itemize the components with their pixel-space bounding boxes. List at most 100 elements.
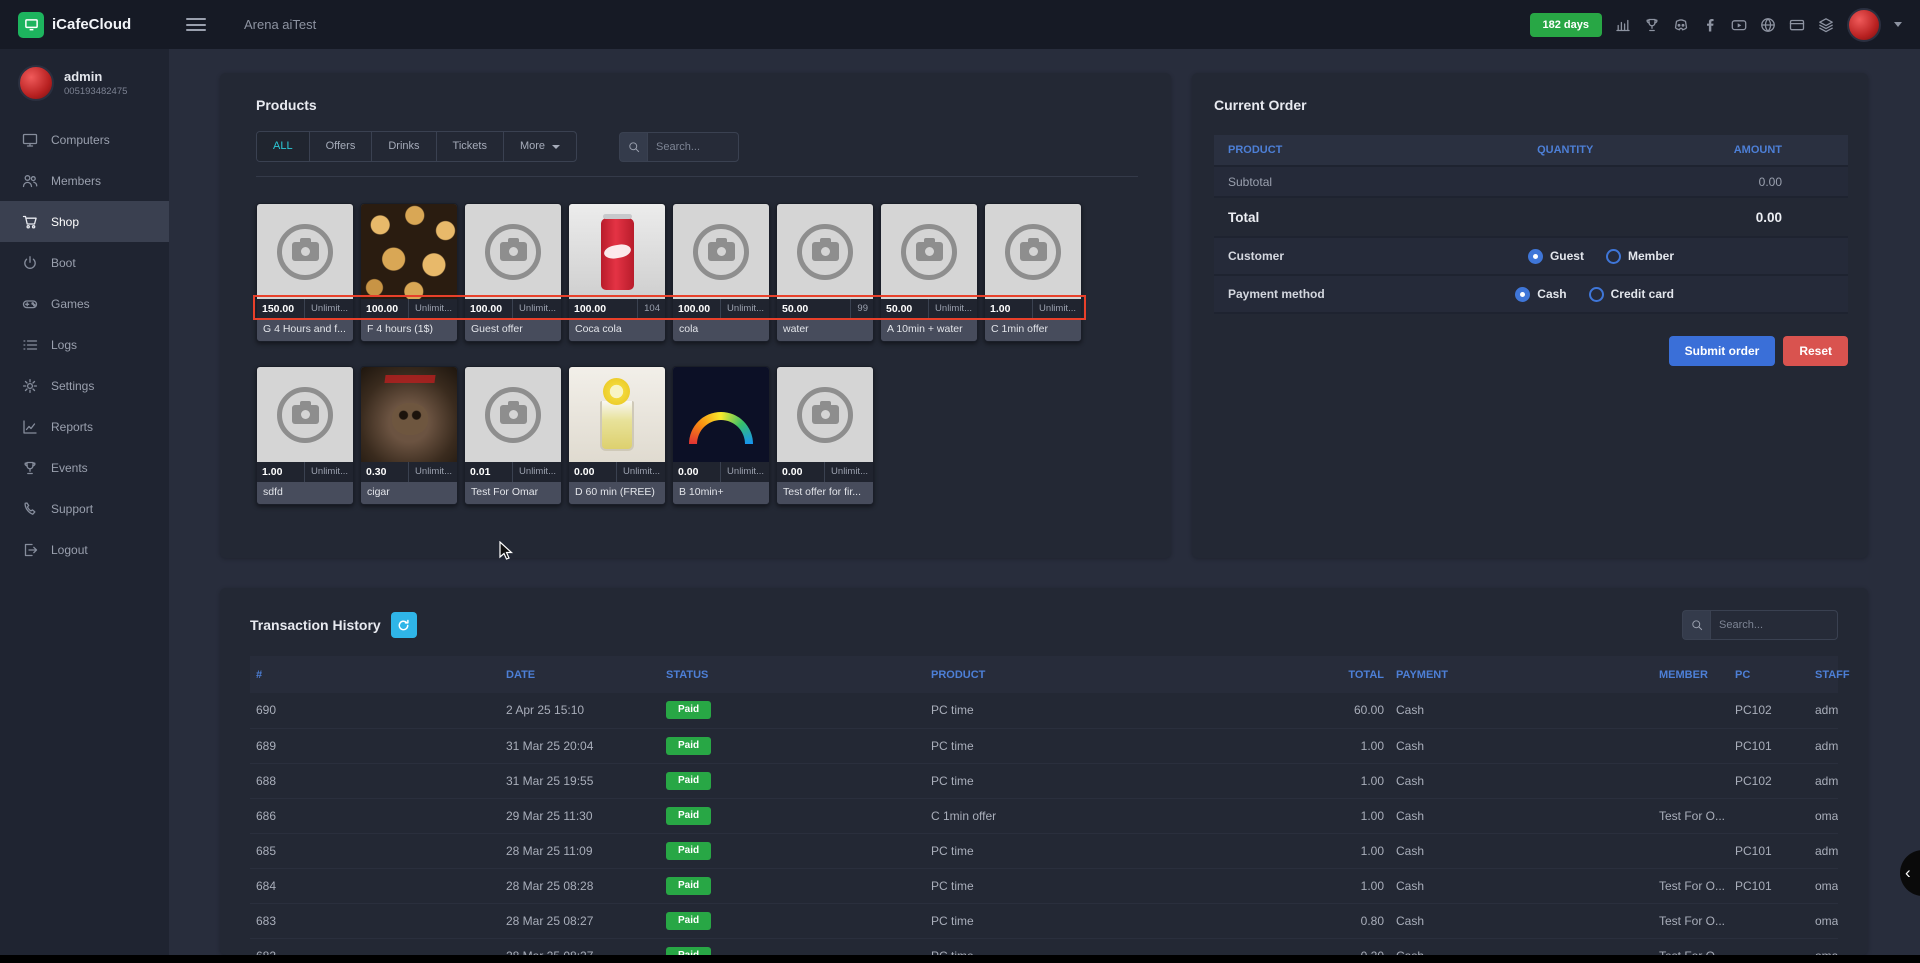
column-header-status[interactable]: STATUS	[660, 656, 925, 693]
trophy-icon[interactable]	[1644, 17, 1660, 33]
tab-tickets[interactable]: Tickets	[437, 132, 504, 161]
tab-label: More	[520, 132, 545, 161]
cell-payment: Cash	[1390, 868, 1653, 903]
facebook-icon[interactable]	[1702, 17, 1718, 33]
sidebar-item-reports[interactable]: Reports	[0, 406, 169, 447]
transaction-row[interactable]: 68328 Mar 25 08:27PaidPC time0.80CashTes…	[250, 903, 1838, 938]
column-header-member[interactable]: MEMBER	[1653, 656, 1729, 693]
product-price-row: 1.00Unlimit...	[257, 462, 353, 482]
transaction-row[interactable]: 68428 Mar 25 08:28PaidPC time1.00CashTes…	[250, 868, 1838, 903]
sidebar-user[interactable]: admin 005193482475	[0, 49, 169, 119]
column-header-staff[interactable]: STAFF	[1809, 656, 1838, 693]
product-card[interactable]: 0.00Unlimit...B 10min+	[672, 366, 770, 505]
search-icon[interactable]	[619, 132, 647, 162]
product-card[interactable]: 50.0099water	[776, 203, 874, 342]
sidebar-item-games[interactable]: Games	[0, 283, 169, 324]
user-name: admin	[64, 69, 127, 84]
column-header-payment[interactable]: PAYMENT	[1390, 656, 1653, 693]
product-card[interactable]: 150.00Unlimit...G 4 Hours and f...	[256, 203, 354, 342]
license-days-badge[interactable]: 182 days	[1530, 13, 1602, 37]
refresh-button[interactable]	[391, 612, 417, 638]
sidebar-item-computers[interactable]: Computers	[0, 119, 169, 160]
column-header-id[interactable]: #	[250, 656, 500, 693]
chevron-down-icon[interactable]	[1894, 22, 1902, 27]
payment-option-cash[interactable]: Cash	[1515, 287, 1566, 302]
tab-more[interactable]: More	[504, 132, 576, 161]
sidebar-item-events[interactable]: Events	[0, 447, 169, 488]
tab-offers[interactable]: Offers	[310, 132, 373, 161]
cell-total: 1.00	[1255, 798, 1390, 833]
sidebar-item-support[interactable]: Support	[0, 488, 169, 529]
products-search-input[interactable]	[647, 132, 739, 162]
product-card[interactable]: 50.00Unlimit...A 10min + water	[880, 203, 978, 342]
product-image-gauge	[673, 367, 769, 462]
product-card[interactable]: 0.30Unlimit...cigar	[360, 366, 458, 505]
tab-drinks[interactable]: Drinks	[372, 132, 436, 161]
chevron-left-icon: ‹	[1905, 863, 1911, 883]
product-name: C 1min offer	[985, 319, 1081, 341]
status-badge: Paid	[666, 807, 711, 825]
cell-id: 688	[250, 763, 500, 798]
product-price: 100.00	[678, 303, 710, 315]
menu-toggle-icon[interactable]	[186, 18, 206, 31]
product-name: cigar	[361, 482, 457, 504]
user-avatar[interactable]	[1847, 8, 1881, 42]
cell-payment: Cash	[1390, 693, 1653, 728]
product-image-placeholder	[777, 367, 873, 462]
radio-unchecked-icon	[1589, 287, 1604, 302]
sidebar-item-logout[interactable]: Logout	[0, 529, 169, 570]
product-card[interactable]: 0.01Unlimit...Test For Omar	[464, 366, 562, 505]
product-card[interactable]: 1.00Unlimit...sdfd	[256, 366, 354, 505]
payment-option-credit-card[interactable]: Credit card	[1589, 287, 1674, 302]
current-order-panel: Current Order PRODUCT QUANTITY AMOUNT Su…	[1192, 73, 1868, 558]
sidebar-item-boot[interactable]: Boot	[0, 242, 169, 283]
subtotal-row: Subtotal 0.00	[1214, 167, 1848, 198]
sidebar-item-shop[interactable]: Shop	[0, 201, 169, 242]
product-card[interactable]: 1.00Unlimit...C 1min offer	[984, 203, 1082, 342]
transaction-history-panel: Transaction History #	[220, 588, 1868, 955]
transaction-row[interactable]: 68831 Mar 25 19:55PaidPC time1.00CashPC1…	[250, 763, 1838, 798]
cell-member	[1653, 693, 1729, 728]
column-header-date[interactable]: DATE	[500, 656, 660, 693]
column-header-total[interactable]: TOTAL	[1255, 656, 1390, 693]
reset-button[interactable]: Reset	[1783, 336, 1848, 366]
product-stock: Unlimit...	[616, 462, 660, 482]
cell-member: Test For O...	[1653, 798, 1729, 833]
cell-date: 28 Mar 25 08:27	[500, 903, 660, 938]
discord-icon[interactable]	[1673, 17, 1689, 33]
youtube-icon[interactable]	[1731, 17, 1747, 33]
product-card[interactable]: 100.00Unlimit...F 4 hours (1$)	[360, 203, 458, 342]
stats-icon[interactable]	[1615, 17, 1631, 33]
transaction-row[interactable]: 68629 Mar 25 11:30PaidC 1min offer1.00Ca…	[250, 798, 1838, 833]
radio-checked-icon	[1515, 287, 1530, 302]
transaction-row[interactable]: 68931 Mar 25 20:04PaidPC time1.00CashPC1…	[250, 728, 1838, 763]
submit-order-button[interactable]: Submit order	[1669, 336, 1776, 366]
product-card[interactable]: 100.00Unlimit...Guest offer	[464, 203, 562, 342]
transaction-row[interactable]: 68228 Mar 25 08:27PaidPC time0.20CashTes…	[250, 938, 1838, 955]
customer-option-member[interactable]: Member	[1606, 249, 1674, 264]
product-name: water	[777, 319, 873, 341]
sidebar-item-members[interactable]: Members	[0, 160, 169, 201]
cell-staff: admin	[1809, 728, 1838, 763]
wallet-icon[interactable]	[1789, 17, 1805, 33]
customer-option-guest[interactable]: Guest	[1528, 249, 1584, 264]
layers-icon[interactable]	[1818, 17, 1834, 33]
transaction-row[interactable]: 68528 Mar 25 11:09PaidPC time1.00CashPC1…	[250, 833, 1838, 868]
product-card[interactable]: 100.00Unlimit...cola	[672, 203, 770, 342]
product-card[interactable]: 0.00Unlimit...Test offer for fir...	[776, 366, 874, 505]
sidebar-item-logs[interactable]: Logs	[0, 324, 169, 365]
transactions-body: 6902 Apr 25 15:10PaidPC time60.00CashPC1…	[250, 693, 1838, 955]
transactions-search-input[interactable]	[1710, 610, 1838, 640]
column-header-pc[interactable]: PC	[1729, 656, 1809, 693]
radio-unchecked-icon	[1606, 249, 1621, 264]
tab-all[interactable]: ALL	[257, 132, 310, 161]
cell-payment: Cash	[1390, 903, 1653, 938]
search-icon[interactable]	[1682, 610, 1710, 640]
product-card[interactable]: 100.00104Coca cola	[568, 203, 666, 342]
product-card[interactable]: 0.00Unlimit...D 60 min (FREE)	[568, 366, 666, 505]
transaction-row[interactable]: 6902 Apr 25 15:10PaidPC time60.00CashPC1…	[250, 693, 1838, 728]
sidebar-item-settings[interactable]: Settings	[0, 365, 169, 406]
brand[interactable]: iCafeCloud	[18, 12, 168, 38]
column-header-product[interactable]: PRODUCT	[925, 656, 1255, 693]
globe-icon[interactable]	[1760, 17, 1776, 33]
